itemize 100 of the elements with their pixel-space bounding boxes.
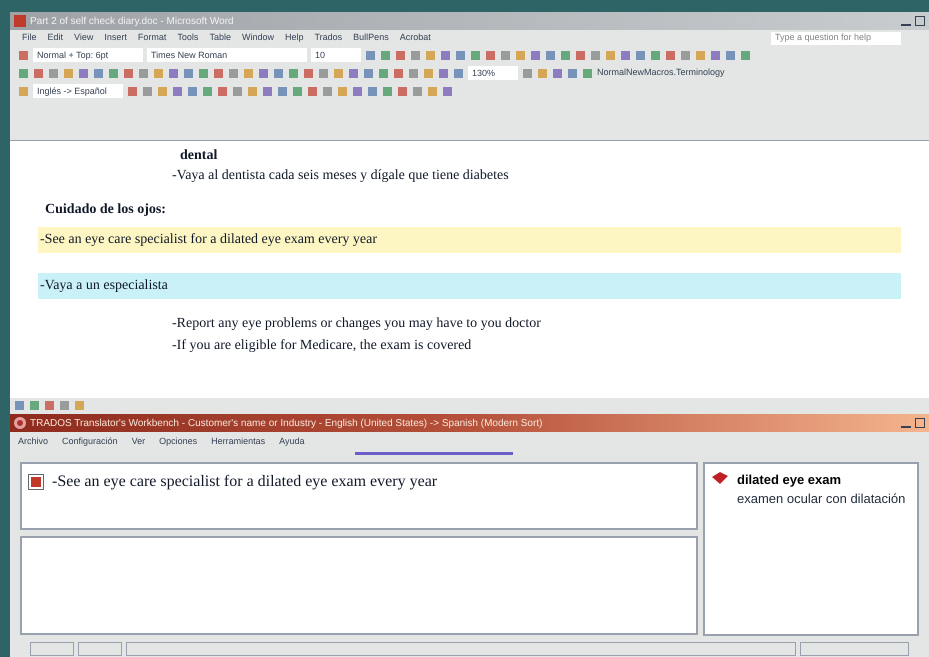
toolbar-square-icon[interactable] <box>213 68 224 78</box>
toolbar-square-icon[interactable] <box>382 86 393 96</box>
toolbar-square-icon[interactable] <box>500 50 511 60</box>
toolbar-square-icon[interactable] <box>515 50 526 60</box>
toolbar-square-icon[interactable] <box>258 68 269 78</box>
toolbar-square-icon[interactable] <box>168 68 179 78</box>
menu-item[interactable]: Herramientas <box>211 435 266 449</box>
toolbar-square-icon[interactable] <box>378 68 389 78</box>
menu-item[interactable]: Window <box>242 31 274 45</box>
toolbar-square-icon[interactable] <box>74 400 85 410</box>
toolbar-square-icon[interactable] <box>710 50 721 60</box>
toolbar-square-icon[interactable] <box>695 50 706 60</box>
dropdown[interactable]: 130% <box>468 66 518 80</box>
toolbar-square-icon[interactable] <box>348 68 359 78</box>
toolbar-square-icon[interactable] <box>455 50 466 60</box>
toolbar-square-icon[interactable] <box>363 68 374 78</box>
toolbar-square-icon[interactable] <box>142 86 153 96</box>
toolbar-square-icon[interactable] <box>412 86 423 96</box>
menu-item[interactable]: Opciones <box>159 435 198 449</box>
toolbar-square-icon[interactable] <box>605 50 616 60</box>
toolbar-square-icon[interactable] <box>307 86 318 96</box>
toolbar-square-icon[interactable] <box>680 50 691 60</box>
menu-item[interactable]: View <box>74 31 94 45</box>
toolbar-square-icon[interactable] <box>522 68 533 78</box>
toolbar-square-icon[interactable] <box>262 86 273 96</box>
toolbar-square-icon[interactable] <box>277 86 288 96</box>
toolbar-square-icon[interactable] <box>582 68 593 78</box>
toolbar-square-icon[interactable] <box>590 50 601 60</box>
toolbar-square-icon[interactable] <box>650 50 661 60</box>
toolbar-square-icon[interactable] <box>423 68 434 78</box>
toolbar-square-icon[interactable] <box>153 68 164 78</box>
toolbar-square-icon[interactable] <box>59 400 70 410</box>
toolbar-square-icon[interactable] <box>725 50 736 60</box>
toolbar-square-icon[interactable] <box>333 68 344 78</box>
toolbar-square-icon[interactable] <box>108 68 119 78</box>
toolbar-square-icon[interactable] <box>157 86 168 96</box>
toolbar-square-icon[interactable] <box>442 86 453 96</box>
toolbar-square-icon[interactable] <box>485 50 496 60</box>
toolbar-square-icon[interactable] <box>198 68 209 78</box>
toolbar-square-icon[interactable] <box>635 50 646 60</box>
menu-item[interactable]: Insert <box>104 31 127 45</box>
dropdown[interactable]: Normal + Top: 6pt <box>33 48 143 62</box>
toolbar-square-icon[interactable] <box>33 68 44 78</box>
dropdown[interactable]: 10 <box>311 48 361 62</box>
toolbar-square-icon[interactable] <box>44 400 55 410</box>
toolbar-square-icon[interactable] <box>410 50 421 60</box>
menu-item[interactable]: Tools <box>177 31 198 45</box>
toolbar-square-icon[interactable] <box>247 86 258 96</box>
toolbar-square-icon[interactable] <box>322 86 333 96</box>
target-segment-field[interactable] <box>20 536 698 635</box>
toolbar-square-icon[interactable] <box>665 50 676 60</box>
toolbar-square-icon[interactable] <box>337 86 348 96</box>
toolbar-square-icon[interactable] <box>393 68 404 78</box>
menu-item[interactable]: Trados <box>314 31 342 45</box>
toolbar-square-icon[interactable] <box>380 50 391 60</box>
dropdown[interactable]: Times New Roman <box>147 48 307 62</box>
toolbar-square-icon[interactable] <box>172 86 183 96</box>
toolbar-square-icon[interactable] <box>740 50 751 60</box>
help-field[interactable]: Type a question for help <box>771 32 901 44</box>
toolbar-square-icon[interactable] <box>620 50 631 60</box>
menu-item[interactable]: Table <box>209 31 231 45</box>
toolbar-square-icon[interactable] <box>530 50 541 60</box>
toolbar-square-icon[interactable] <box>78 68 89 78</box>
toolbar-square-icon[interactable] <box>545 50 556 60</box>
toolbar-square-icon[interactable] <box>14 400 25 410</box>
toolbar-square-icon[interactable] <box>395 50 406 60</box>
menu-item[interactable]: Ayuda <box>279 435 304 449</box>
toolbar-square-icon[interactable] <box>292 86 303 96</box>
maximize-button[interactable] <box>915 16 925 26</box>
toolbar-square-icon[interactable] <box>123 68 134 78</box>
toolbar-square-icon[interactable] <box>552 68 563 78</box>
maximize-button[interactable] <box>915 418 925 428</box>
toolbar-square-icon[interactable] <box>29 400 40 410</box>
menu-item[interactable]: Ver <box>132 435 146 449</box>
menu-item[interactable]: File <box>22 31 37 45</box>
toolbar-square-icon[interactable] <box>273 68 284 78</box>
toolbar-square-icon[interactable] <box>365 50 376 60</box>
toolbar-square-icon[interactable] <box>453 68 464 78</box>
toolbar-square-icon[interactable] <box>288 68 299 78</box>
menu-item[interactable]: Format <box>138 31 166 45</box>
toolbar-square-icon[interactable] <box>397 86 408 96</box>
toolbar-square-icon[interactable] <box>202 86 213 96</box>
toolbar-square-icon[interactable] <box>243 68 254 78</box>
menu-item[interactable]: Help <box>284 31 304 45</box>
menu-item[interactable]: Acrobat <box>400 31 431 45</box>
menu-item[interactable]: Archivo <box>18 435 48 449</box>
toolbar-square-icon[interactable] <box>228 68 239 78</box>
toolbar-square-icon[interactable] <box>127 86 138 96</box>
toolbar-square-icon[interactable] <box>63 68 74 78</box>
toolbar-square-icon[interactable] <box>232 86 243 96</box>
menu-item[interactable]: Edit <box>48 31 64 45</box>
toolbar-square-icon[interactable] <box>93 68 104 78</box>
toolbar-square-icon[interactable] <box>48 68 59 78</box>
menu-item[interactable]: Configuración <box>62 435 118 449</box>
toolbar-square-icon[interactable] <box>440 50 451 60</box>
toolbar-square-icon[interactable] <box>560 50 571 60</box>
toolbar-square-icon[interactable] <box>438 68 449 78</box>
toolbar-square-icon[interactable] <box>567 68 578 78</box>
toolbar-square-icon[interactable] <box>352 86 363 96</box>
toolbar-square-icon[interactable] <box>427 86 438 96</box>
